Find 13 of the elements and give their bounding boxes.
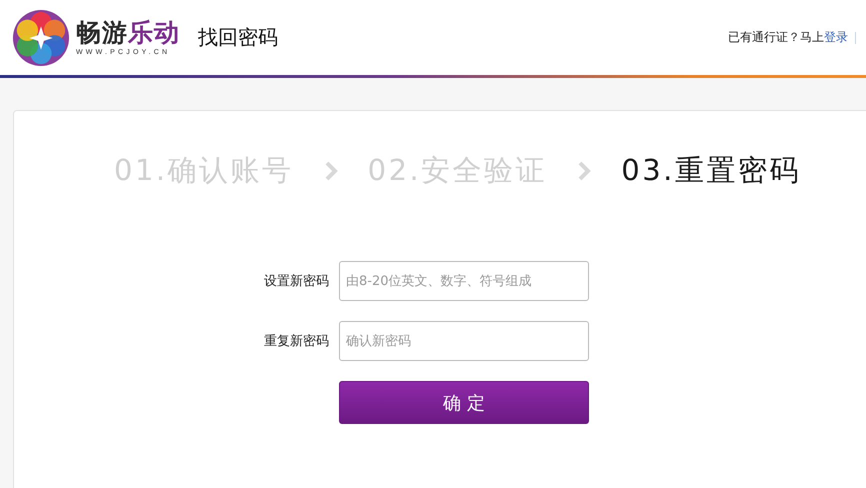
confirm-button[interactable]: 确 定 bbox=[339, 381, 589, 424]
account-prompt: 已有通行证？马上 bbox=[728, 29, 824, 46]
chevron-icon bbox=[324, 161, 338, 181]
step-label: 03.重置密码 bbox=[621, 152, 801, 189]
login-link[interactable]: 登录 bbox=[824, 29, 848, 46]
password-field[interactable]: 确认新密码 bbox=[339, 321, 589, 361]
flower-logo-icon bbox=[12, 8, 70, 66]
page-title: 找回密码 bbox=[198, 24, 278, 51]
password-field[interactable]: 由8-20位英文、数字、符号组成 bbox=[339, 261, 589, 301]
field-label: 重复新密码 bbox=[263, 333, 330, 350]
brand-name: 畅游乐动 bbox=[76, 19, 180, 47]
field-label: 设置新密码 bbox=[263, 273, 330, 290]
chevron-icon bbox=[577, 161, 592, 181]
